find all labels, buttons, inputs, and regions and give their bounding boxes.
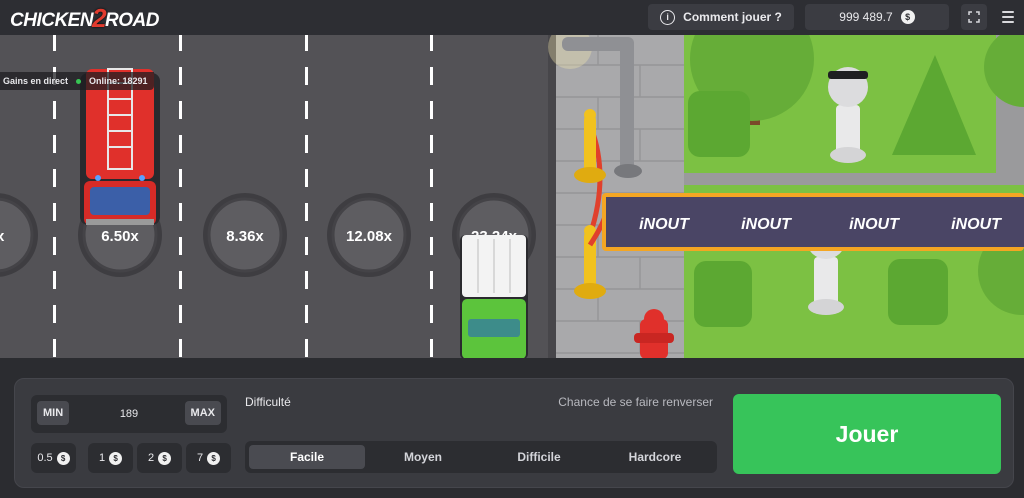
difficulty-label: Difficulté <box>245 395 291 409</box>
live-wins-label: Gains en direct <box>3 76 69 86</box>
game-scene: Gains en direct Online: 18291 9x 6. <box>0 35 1024 358</box>
fullscreen-button[interactable] <box>961 4 987 30</box>
chance-label: Chance de se faire renverser <box>558 395 713 409</box>
online-count: Online: 18291 <box>89 76 148 86</box>
manhole-2[interactable]: 8.36x <box>203 193 287 277</box>
live-wins-badge[interactable]: Gains en direct Online: 18291 <box>0 72 154 90</box>
bet-amount-box: MIN 189 MAX <box>31 395 227 433</box>
quick-bet-chip[interactable]: 0.5 $ <box>31 443 76 473</box>
menu-button[interactable] <box>996 4 1020 30</box>
max-label: MAX <box>190 407 215 419</box>
menu-icon-bar <box>1002 16 1014 18</box>
control-panel: MIN 189 MAX 0.5 $ 1 $ 2 $ 7 $ Difficulté… <box>14 378 1014 488</box>
logo-text-mid: 2 <box>92 3 107 33</box>
dollar-coin-icon: $ <box>109 451 123 465</box>
scene-svg: 9x 6.50x 8.36x 12.08x 23.24x <box>0 35 1024 358</box>
difficulty-option-moyen[interactable]: Moyen <box>365 445 481 469</box>
hedge <box>888 259 948 325</box>
online-dot-icon <box>76 78 82 84</box>
dollar-coin-icon: $ <box>900 10 915 24</box>
dollar-coin-icon: $ <box>158 451 172 465</box>
fire-truck <box>80 68 160 225</box>
quick-bet-chip[interactable]: 1 $ <box>88 443 133 473</box>
logo: CHICKEN 2 ROAD <box>10 3 159 36</box>
hedge <box>694 261 752 327</box>
chip-value: 0.5 <box>37 452 53 464</box>
quick-bet-chip[interactable]: 2 $ <box>137 443 182 473</box>
banner-logo-text: iNOUT <box>849 216 900 233</box>
chip-value: 7 <box>196 452 204 464</box>
bet-amount-value: 189 <box>119 408 139 420</box>
hedge <box>688 91 750 157</box>
play-button[interactable]: Jouer <box>733 394 1001 474</box>
multiplier-label: 9x <box>0 228 5 245</box>
max-bet-button[interactable]: MAX <box>184 401 221 425</box>
multiplier-label: 6.50x <box>101 228 139 245</box>
banner-logo-text: iNOUT <box>639 216 690 233</box>
game-app: CHICKEN 2 ROAD i Comment jouer ? 999 489… <box>0 0 1024 498</box>
road-edge <box>548 35 556 358</box>
dollar-coin-icon: $ <box>207 451 221 465</box>
info-icon: i <box>660 9 676 25</box>
how-to-play-label: Comment jouer ? <box>683 10 782 24</box>
min-bet-button[interactable]: MIN <box>37 401 70 425</box>
quick-bet-chip[interactable]: 7 $ <box>186 443 231 473</box>
multiplier-label: 12.08x <box>346 228 393 245</box>
top-bar: CHICKEN 2 ROAD i Comment jouer ? 999 489… <box>0 0 1024 35</box>
bet-amount-input[interactable]: 189 <box>91 395 167 433</box>
fullscreen-icon <box>968 11 980 23</box>
inout-banner: iNOUT iNOUT iNOUT iNOUT <box>602 193 1024 251</box>
chip-value: 1 <box>98 452 106 464</box>
min-label: MIN <box>43 407 64 419</box>
menu-icon-bar <box>1002 11 1014 13</box>
menu-icon-bar <box>1002 21 1014 23</box>
difficulty-selector: Facile Moyen Difficile Hardcore <box>245 441 717 473</box>
banner-logo-text: iNOUT <box>741 216 792 233</box>
how-to-play-button[interactable]: i Comment jouer ? <box>648 4 794 30</box>
logo-text-left: CHICKEN <box>10 9 94 31</box>
balance-value: 999 489.7 <box>839 10 893 24</box>
multiplier-label: 8.36x <box>226 228 264 245</box>
banner-logo-text: iNOUT <box>951 216 1002 233</box>
difficulty-option-difficile[interactable]: Difficile <box>481 445 597 469</box>
logo-text-right: ROAD <box>105 9 159 31</box>
delivery-truck <box>460 235 528 358</box>
difficulty-option-facile[interactable]: Facile <box>249 445 365 469</box>
manhole-3[interactable]: 12.08x <box>327 193 411 277</box>
chip-value: 2 <box>147 452 155 464</box>
park-curb <box>684 173 1024 185</box>
balance-display: 999 489.7 $ <box>805 4 949 30</box>
difficulty-option-hardcore[interactable]: Hardcore <box>597 445 713 469</box>
dollar-coin-icon: $ <box>56 451 70 465</box>
